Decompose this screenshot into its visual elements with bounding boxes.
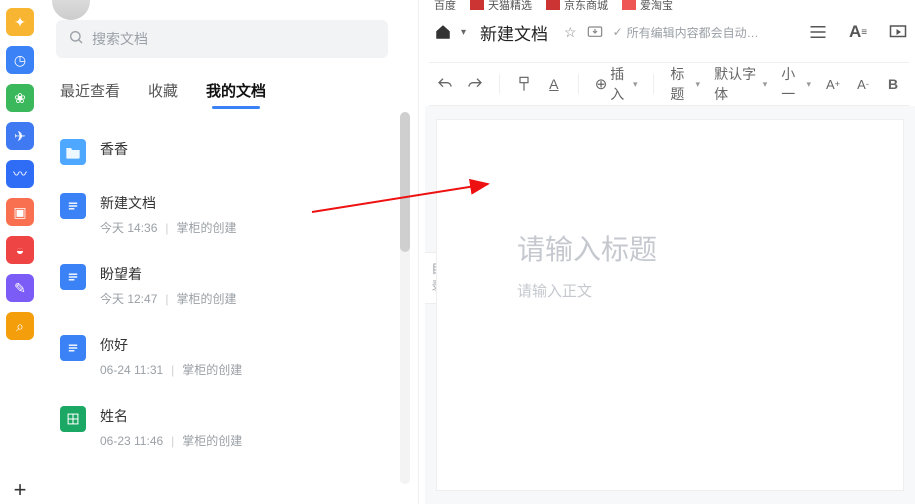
edit-icon[interactable]: ✎	[6, 274, 34, 302]
bookmark-item[interactable]: 百度	[434, 0, 456, 10]
document-list: 香香 新建文档 今天 14:36|掌柜的创建 盼望着 今天 12:47|掌柜的创…	[44, 117, 400, 471]
font-style-icon[interactable]: A≡	[847, 21, 869, 43]
bookmark-bar: 百度 天猫精选 京东商城 爱淘宝	[434, 0, 915, 10]
sync-status: ✓ 所有编辑内容都会自动…	[613, 24, 759, 41]
item-meta: 今天 12:47|掌柜的创建	[100, 290, 384, 307]
item-meta: 06-24 11:31|掌柜的创建	[100, 361, 384, 378]
doc-header: ▾ 新建文档 ☆ ✓ 所有编辑内容都会自动… A≡	[429, 18, 909, 46]
heading-select[interactable]: 标题▾	[666, 70, 704, 98]
item-title: 盼望着	[100, 264, 384, 284]
font-increase-button[interactable]: A+	[821, 70, 845, 98]
item-title: 新建文档	[100, 193, 384, 213]
undo-button[interactable]	[433, 70, 457, 98]
move-to-icon[interactable]	[587, 24, 603, 41]
star-app-icon[interactable]: ✈	[6, 122, 34, 150]
doc-title[interactable]: 新建文档	[480, 20, 548, 45]
redo-button[interactable]	[463, 70, 487, 98]
list-item[interactable]: 香香	[44, 125, 400, 179]
menu-icon[interactable]	[807, 21, 829, 43]
home-icon[interactable]: ✦	[6, 8, 34, 36]
folder-icon	[60, 139, 86, 165]
tab-recent[interactable]: 最近查看	[60, 80, 120, 107]
pdf-icon[interactable]: ◒	[6, 236, 34, 264]
list-item[interactable]: 你好 06-24 11:31|掌柜的创建	[44, 321, 400, 392]
body-placeholder[interactable]: 请输入正文	[517, 280, 592, 301]
clear-format-button[interactable]: A	[542, 70, 566, 98]
chevron-down-icon[interactable]: ▾	[461, 27, 466, 38]
sidebar-scrollbar[interactable]	[400, 112, 410, 484]
list-item[interactable]: 盼望着 今天 12:47|掌柜的创建	[44, 250, 400, 321]
format-painter-button[interactable]	[512, 70, 536, 98]
item-meta: 今天 14:36|掌柜的创建	[100, 219, 384, 236]
search-placeholder: 搜索文档	[92, 29, 148, 49]
size-select[interactable]: 小一▾	[777, 70, 815, 98]
bookmark-item[interactable]: 京东商城	[546, 0, 608, 10]
wechat-icon[interactable]: ❀	[6, 84, 34, 112]
home-button[interactable]	[429, 18, 457, 46]
left-rail: ✦ ◷ ❀ ✈ 〰 ▣ ◒ ✎ ⌕ +	[0, 0, 40, 504]
clock-icon[interactable]: ◷	[6, 46, 34, 74]
editor-toolbar: A ⊕插入▾ 标题▾ 默认字体▾ 小一▾ A+ A- B	[429, 62, 909, 106]
sidebar-tabs: 最近查看 收藏 我的文档	[44, 58, 400, 117]
scroll-thumb[interactable]	[400, 112, 410, 252]
doc-icon	[60, 264, 86, 290]
sheet-icon	[60, 406, 86, 432]
sidebar-panel: 搜索文档 最近查看 收藏 我的文档 香香 新建文档 今天 14:36|掌柜的创建…	[44, 0, 400, 504]
font-select[interactable]: 默认字体▾	[710, 70, 771, 98]
item-title: 香香	[100, 139, 384, 159]
check-circle-icon: ✓	[613, 25, 623, 39]
add-app-button[interactable]: +	[6, 476, 34, 504]
doc-icon	[60, 193, 86, 219]
document-page[interactable]: 请输入标题 请输入正文	[437, 120, 903, 490]
title-placeholder[interactable]: 请输入标题	[517, 228, 657, 268]
search-icon-rail[interactable]: ⌕	[6, 312, 34, 340]
search-icon	[68, 29, 84, 50]
presentation-icon[interactable]	[887, 21, 909, 43]
insert-button[interactable]: ⊕插入▾	[591, 70, 642, 98]
media-icon[interactable]: ▣	[6, 198, 34, 226]
font-decrease-button[interactable]: A-	[851, 70, 875, 98]
tab-my-docs[interactable]: 我的文档	[206, 80, 266, 107]
editor-canvas: 目 录 请输入标题 请输入正文	[425, 106, 915, 504]
item-title: 姓名	[100, 406, 384, 426]
list-item[interactable]: 姓名 06-23 11:46|掌柜的创建	[44, 392, 400, 463]
tab-favorites[interactable]: 收藏	[148, 80, 178, 107]
bold-button[interactable]: B	[881, 70, 905, 98]
editor-pane: 百度 天猫精选 京东商城 爱淘宝 ▾ 新建文档 ☆ ✓ 所有编辑内容都会自动… …	[418, 0, 915, 504]
avatar[interactable]	[52, 0, 90, 20]
item-meta: 06-23 11:46|掌柜的创建	[100, 432, 384, 449]
star-icon[interactable]: ☆	[564, 24, 577, 41]
bookmark-item[interactable]: 爱淘宝	[622, 0, 673, 10]
item-title: 你好	[100, 335, 384, 355]
doc-icon	[60, 335, 86, 361]
chart-icon[interactable]: 〰	[6, 160, 34, 188]
bookmark-item[interactable]: 天猫精选	[470, 0, 532, 10]
list-item[interactable]: 新建文档 今天 14:36|掌柜的创建	[44, 179, 400, 250]
search-input[interactable]: 搜索文档	[56, 20, 388, 58]
